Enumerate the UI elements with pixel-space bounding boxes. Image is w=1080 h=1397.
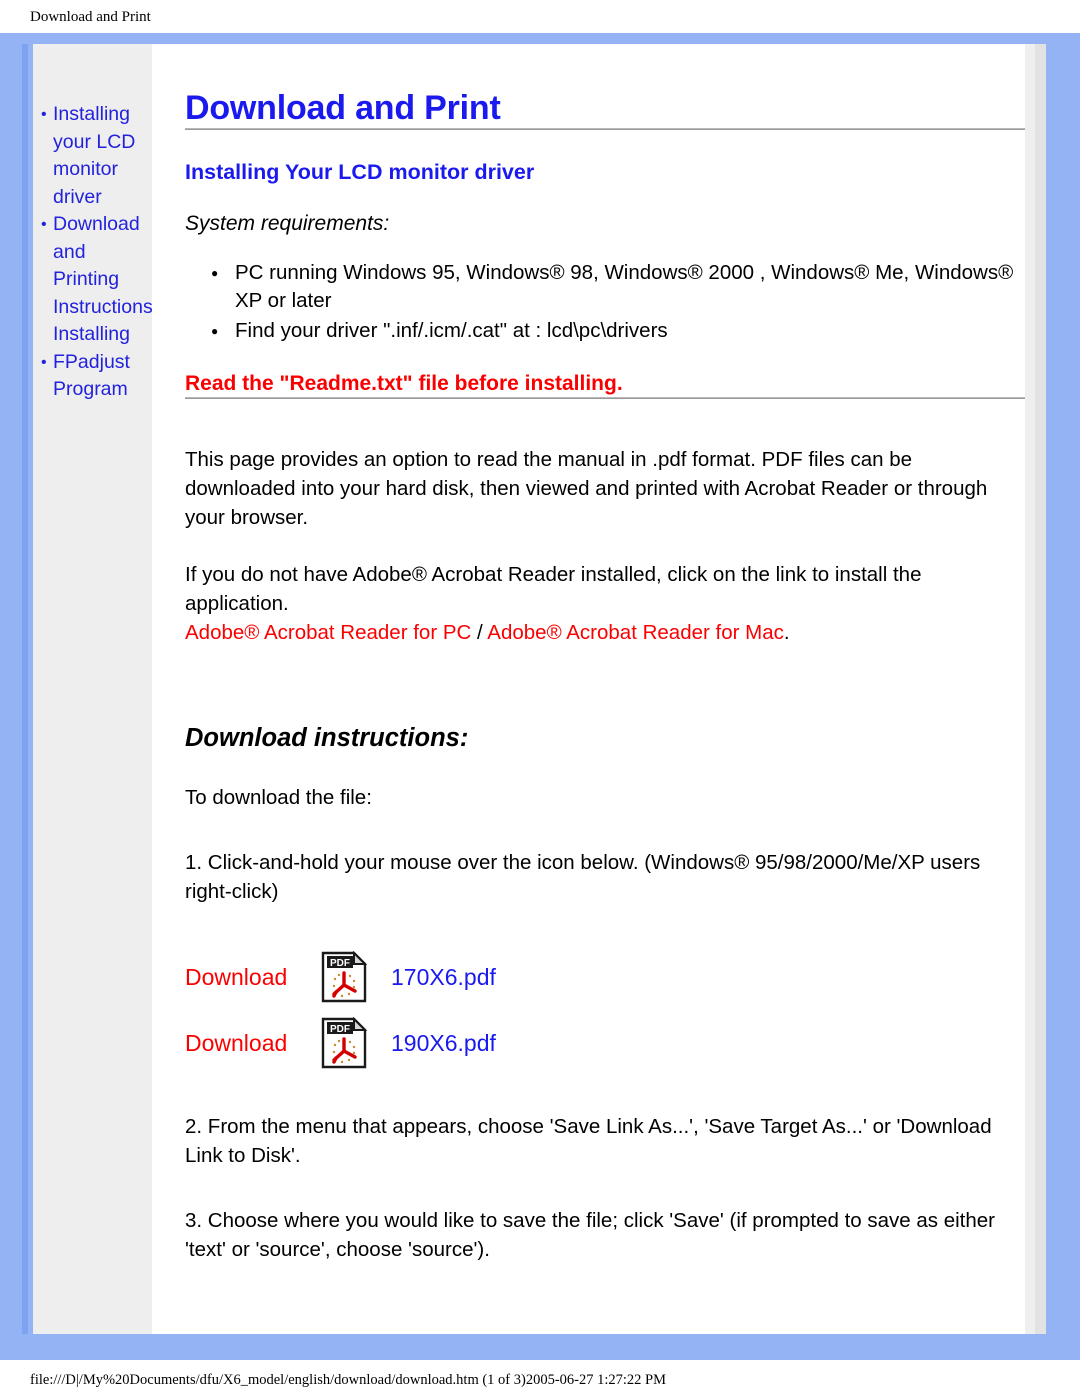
scrollbar-thumb[interactable] [1035,44,1046,1334]
readme-warning: Read the "Readme.txt" file before instal… [185,372,623,395]
download-filename[interactable]: 190X6.pdf [387,1030,496,1057]
download-row: Download PDF [185,944,1028,1010]
paragraph-acrobat-info: If you do not have Adobe® Acrobat Reader… [185,560,1028,647]
acrobat-info-text: If you do not have Adobe® Acrobat Reader… [185,563,922,615]
main-content: Download and Print Installing Your LCD m… [152,44,1046,1334]
acrobat-reader-pc-link[interactable]: Adobe® Acrobat Reader for PC [185,621,471,644]
download-filename[interactable]: 170X6.pdf [387,964,496,991]
document-body: Installing your LCD monitor driver Downl… [33,44,1046,1334]
requirement-item: Find your driver ".inf/.icm/.cat" at : l… [211,317,1028,345]
system-requirements-label: System requirements: [185,212,390,235]
download-links-group: Download PDF 170X6.pdf Download PDF 190X… [185,944,1028,1076]
download-action-label[interactable]: Download [185,1030,321,1057]
sidebar-item-download-printing[interactable]: Download and Printing Instructions [41,211,153,321]
page-title: Download and Print [185,89,501,127]
print-header: Download and Print [0,0,1080,33]
sidebar-item-installing-driver[interactable]: Installing your LCD monitor driver [41,101,148,211]
paragraph-pdf-info: This page provides an option to read the… [185,448,988,529]
download-step-2: 2. From the menu that appears, choose 'S… [185,1115,992,1167]
sidebar-list: Installing your LCD monitor driver Downl… [33,101,153,404]
divider-top [185,128,1028,130]
section-title-installing-driver: Installing Your LCD monitor driver [185,160,535,184]
download-action-label[interactable]: Download [185,964,321,991]
download-row: Download PDF [185,1010,1028,1076]
frame-accent-stripe [22,44,28,1334]
sidebar-navigation: Installing your LCD monitor driver Downl… [33,44,153,1334]
pdf-icon[interactable]: PDF [321,951,387,1003]
download-step-1: 1. Click-and-hold your mouse over the ic… [185,851,981,903]
print-footer: file:///D|/My%20Documents/dfu/X6_model/e… [0,1360,1080,1397]
requirement-item: PC running Windows 95, Windows® 98, Wind… [211,259,1028,315]
system-requirements-list: PC running Windows 95, Windows® 98, Wind… [185,259,1028,345]
scrollbar-track[interactable] [1025,44,1035,1334]
link-separator: / [471,621,488,644]
link-trailing-period: . [783,621,790,644]
sidebar-item-installing[interactable]: Installing [41,321,148,349]
to-download-label: To download the file: [185,786,372,809]
sidebar-item-fpadjust[interactable]: FPadjust Program [41,349,148,404]
acrobat-reader-mac-link[interactable]: Adobe® Acrobat Reader for Mac [487,621,784,644]
svg-text:PDF: PDF [330,958,350,969]
download-instructions-title: Download instructions: [185,724,469,752]
page-frame: Installing your LCD monitor driver Downl… [0,33,1080,1360]
svg-text:PDF: PDF [330,1024,350,1035]
download-step-3: 3. Choose where you would like to save t… [185,1209,996,1261]
pdf-icon[interactable]: PDF [321,1017,387,1069]
